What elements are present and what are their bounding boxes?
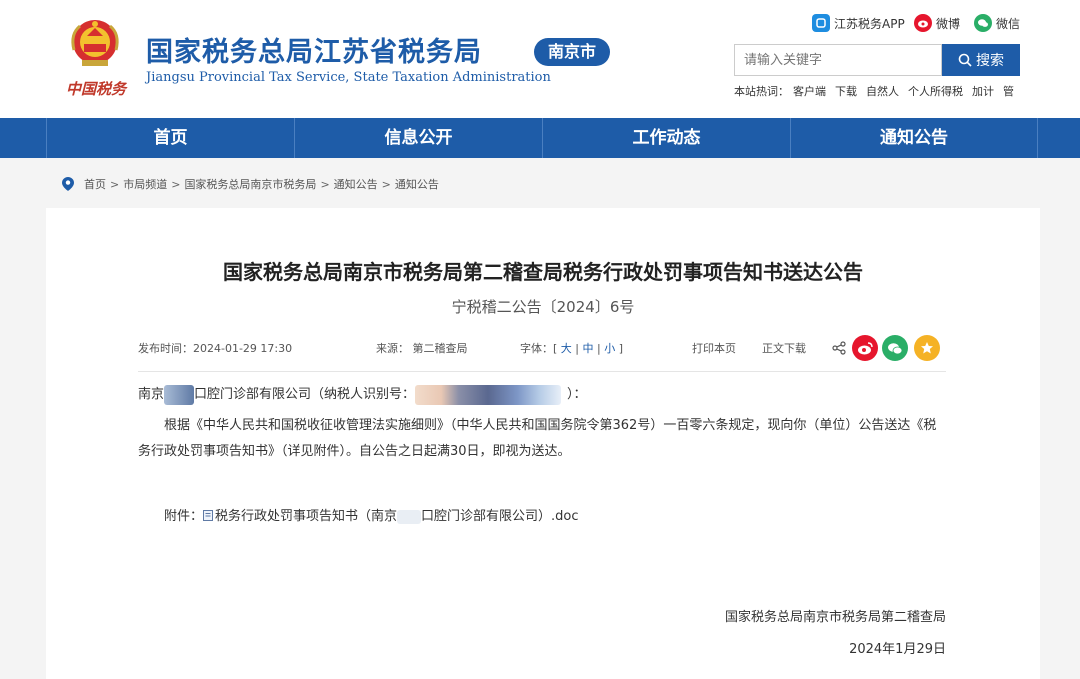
- hot-keyword[interactable]: 加计: [972, 83, 994, 99]
- article-source: 来源： 第二稽查局: [376, 342, 468, 355]
- hot-keywords-label: 本站热词：: [734, 85, 789, 98]
- site-subtitle: Jiangsu Provincial Tax Service, State Ta…: [146, 70, 551, 85]
- weibo-icon: [914, 14, 932, 32]
- publish-date: 发布时间：2024-01-29 17:30: [138, 342, 293, 355]
- app-icon: [812, 14, 830, 32]
- redacted-block: [415, 384, 562, 405]
- favorite-star-icon[interactable]: [914, 335, 940, 361]
- font-size-label: 字体：: [520, 342, 553, 355]
- nav-info-disclosure[interactable]: 信息公开: [294, 118, 542, 158]
- redacted-block: [397, 509, 422, 524]
- font-medium-link[interactable]: 中: [583, 342, 594, 355]
- national-emblem-icon: [71, 20, 119, 66]
- redacted-block: [164, 384, 195, 405]
- notice-paragraph: 根据《中华人民共和国税收征收管理法实施细则》（中华人民共和国国务院令第362号）…: [138, 418, 937, 459]
- wechat-label: 微信: [996, 16, 1021, 31]
- hot-keyword[interactable]: 个人所得税: [908, 83, 963, 99]
- wechat-link[interactable]: 微信: [974, 12, 1020, 34]
- hot-keyword[interactable]: 客户端: [793, 83, 826, 99]
- search-button[interactable]: 搜索: [942, 44, 1020, 76]
- signing-date: 2024年1月29日: [849, 642, 946, 657]
- city-badge[interactable]: 南京市: [534, 38, 611, 66]
- main-nav: 首页 信息公开 工作动态 通知公告: [0, 118, 1080, 158]
- attachment-name-pre: 税务行政处罚事项告知书（南京: [215, 509, 398, 524]
- search-icon: [958, 53, 972, 67]
- search-input[interactable]: [734, 44, 942, 76]
- hot-keyword[interactable]: 自然人: [866, 83, 899, 99]
- site-title[interactable]: 国家税务总局江苏省税务局: [146, 30, 482, 69]
- attachment-label: 附件：: [164, 509, 204, 524]
- hot-keyword[interactable]: 管: [1003, 83, 1014, 99]
- breadcrumb-item[interactable]: 首页: [84, 176, 106, 192]
- share-wechat-icon[interactable]: [882, 335, 908, 361]
- share-icon[interactable]: [832, 341, 846, 355]
- font-small-link[interactable]: 小: [604, 342, 615, 355]
- weibo-link[interactable]: 微博: [914, 12, 960, 34]
- search-button-label: 搜索: [976, 53, 1004, 69]
- nav-notices[interactable]: 通知公告: [790, 118, 1038, 158]
- article-card: 国家税务总局南京市税务局第二稽查局税务行政处罚事项告知书送达公告 宁税稽二公告〔…: [46, 208, 1040, 679]
- weibo-label: 微博: [936, 16, 961, 31]
- breadcrumb-item[interactable]: 市局频道: [123, 176, 167, 192]
- attachment-link[interactable]: 税务行政处罚事项告知书（南京 口腔门诊部有限公司）.doc: [203, 509, 579, 524]
- font-large-link[interactable]: 大: [561, 342, 572, 355]
- attachment-name-post: 口腔门诊部有限公司）.doc: [421, 509, 579, 524]
- document-icon: [203, 510, 214, 521]
- breadcrumb-item[interactable]: 国家税务总局南京市税务局: [184, 176, 316, 192]
- nav-home[interactable]: 首页: [46, 118, 294, 158]
- document-number: 宁税稽二公告〔2024〕6号: [451, 298, 635, 316]
- signing-authority: 国家税务总局南京市税务局第二稽查局: [724, 610, 946, 625]
- site-slogan: 中国税务: [66, 80, 127, 98]
- print-link[interactable]: 打印本页: [692, 340, 736, 356]
- share-weibo-icon[interactable]: [852, 335, 878, 361]
- attachment-line: 附件： 税务行政处罚事项告知书（南京 口腔门诊部有限公司）.doc: [164, 504, 944, 530]
- site-header: 中国税务 国家税务总局江苏省税务局 南京市 Jiangsu Provincial…: [0, 0, 1080, 118]
- app-link[interactable]: 江苏税务APP: [812, 12, 905, 34]
- meta-divider: [138, 371, 946, 372]
- hot-keyword[interactable]: 下载: [835, 83, 857, 99]
- wechat-icon: [974, 14, 992, 32]
- addressee-line: 南京 口腔门诊部有限公司（纳税人识别号： ）：: [138, 382, 946, 408]
- breadcrumb-item[interactable]: 通知公告: [334, 176, 378, 192]
- location-pin-icon: [62, 177, 74, 191]
- breadcrumb-item[interactable]: 通知公告: [395, 176, 439, 192]
- hot-keywords: 本站热词： 客户端 下载 自然人 个人所得税 加计 管: [734, 83, 1023, 99]
- font-size-control: 字体：[ 大 | 中 | 小 ]: [520, 342, 623, 355]
- addressee-suffix: ）：: [567, 387, 587, 402]
- app-label: 江苏税务APP: [834, 16, 905, 31]
- article-title: 国家税务总局南京市税务局第二稽查局税务行政处罚事项告知书送达公告: [223, 260, 863, 284]
- breadcrumb: 首页 > 市局频道 > 国家税务总局南京市税务局 > 通知公告 > 通知公告: [62, 176, 439, 192]
- addressee-mid: 口腔门诊部有限公司（纳税人识别号：: [194, 387, 416, 402]
- addressee-prefix: 南京: [138, 387, 165, 402]
- download-link[interactable]: 正文下载: [762, 340, 806, 356]
- nav-work-news[interactable]: 工作动态: [542, 118, 790, 158]
